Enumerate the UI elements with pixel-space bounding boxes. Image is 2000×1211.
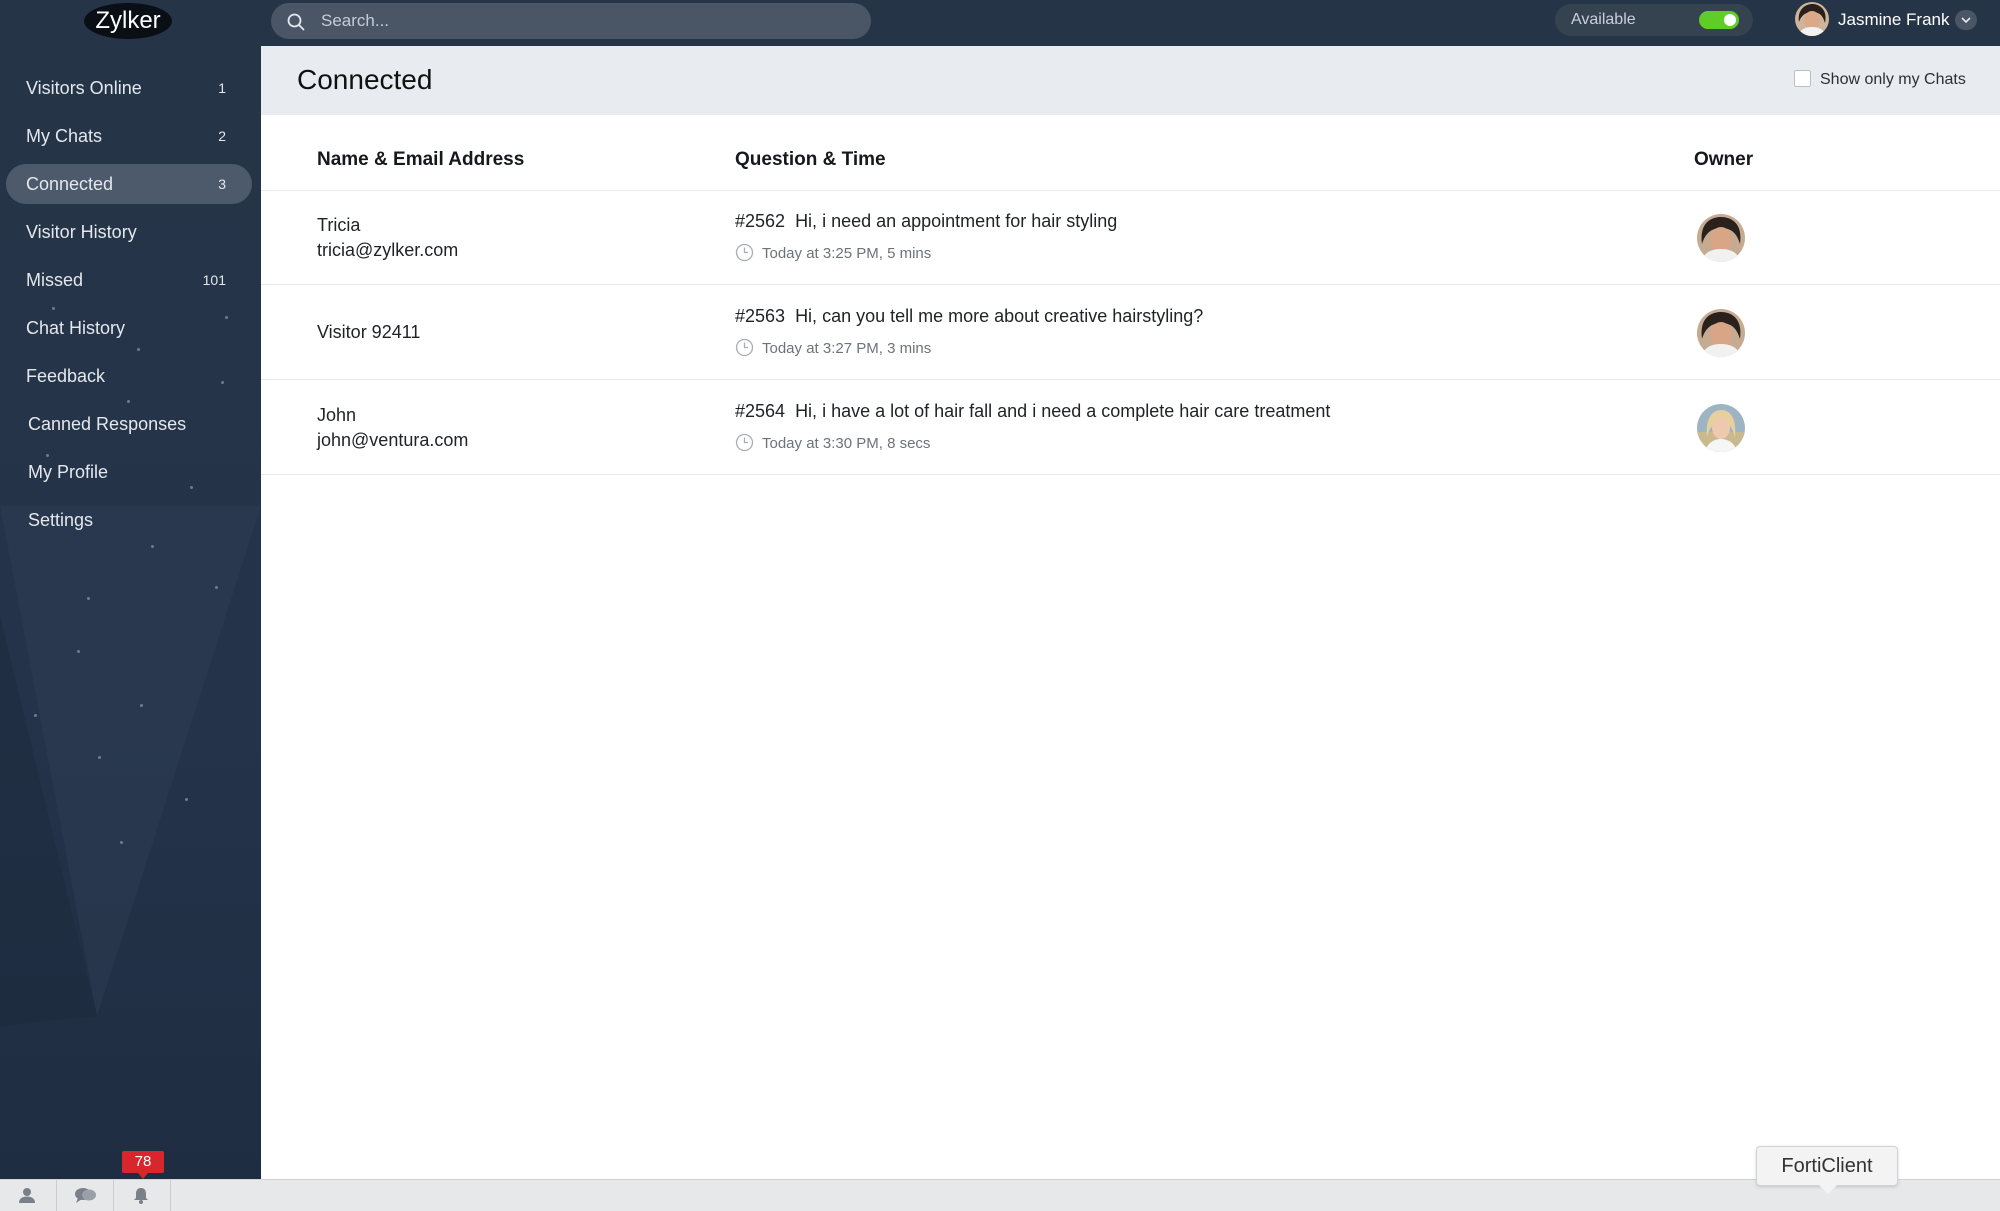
- show-only-my-chats-checkbox[interactable]: [1794, 70, 1811, 87]
- column-header-owner: Owner: [1694, 149, 1754, 170]
- notification-count-badge: 78: [122, 1151, 164, 1179]
- sidebar-item-count: 3: [218, 176, 226, 192]
- search-input[interactable]: [321, 3, 851, 39]
- clock-icon: [735, 433, 754, 452]
- visitor-name-cell: John john@ventura.com: [317, 403, 468, 453]
- visitor-name-cell: Visitor 92411: [317, 320, 420, 345]
- sidebar-item-count: 1: [218, 80, 226, 96]
- sidebar-item-count: 2: [218, 128, 226, 144]
- visitor-email: john@ventura.com: [317, 430, 469, 450]
- sidebar-item-label: Missed: [26, 270, 84, 290]
- question-text: #2564 Hi, i have a lot of hair fall and i…: [735, 401, 1330, 422]
- column-header-name: Name & Email Address: [317, 149, 525, 170]
- search-icon: [287, 13, 305, 31]
- page-title: Connected: [297, 64, 433, 95]
- sidebar-item-visitor-history[interactable]: Visitor History: [6, 212, 252, 252]
- chat-time: Today at 3:25 PM, 5 mins: [735, 243, 931, 262]
- sidebar-item-label: Canned Responses: [28, 414, 187, 434]
- table-row[interactable]: John john@ventura.com #2564 Hi, i have a …: [261, 381, 2000, 475]
- availability-status: Available: [1555, 4, 1753, 36]
- sidebar-item-label: Visitors Online: [26, 78, 142, 98]
- sidebar-item-canned-responses[interactable]: Canned Responses: [6, 404, 252, 444]
- visitors-button[interactable]: [0, 1180, 57, 1211]
- sidebar-item-label: Connected: [26, 174, 114, 194]
- chat-time: Today at 3:30 PM, 8 secs: [735, 433, 930, 452]
- chat-id: #2562: [735, 211, 786, 231]
- sidebar-item-my-chats[interactable]: My Chats 2: [6, 116, 252, 156]
- availability-label: Available: [1571, 11, 1636, 28]
- question-text: #2563 Hi, can you tell me more about crea…: [735, 306, 1203, 327]
- owner-avatar[interactable]: [1697, 404, 1745, 452]
- app-logo[interactable]: Zylker: [84, 3, 172, 39]
- chat-time: Today at 3:27 PM, 3 mins: [735, 338, 931, 357]
- sidebar-item-chat-history[interactable]: Chat History: [6, 308, 252, 348]
- sidebar-item-label: My Profile: [28, 462, 109, 482]
- time-text: Today at 3:27 PM, 3 mins: [762, 340, 932, 357]
- user-avatar[interactable]: [1795, 2, 1829, 36]
- sidebar-item-missed[interactable]: Missed 101: [6, 260, 252, 300]
- visitors-icon: [19, 1188, 35, 1203]
- chats-button[interactable]: [57, 1180, 114, 1211]
- column-header-question: Question & Time: [735, 149, 886, 170]
- sidebar: Visitors Online 1 My Chats 2 Connected 3…: [0, 46, 261, 1179]
- question-text: #2562 Hi, i need an appointment for hair …: [735, 211, 1117, 232]
- visitor-email: tricia@zylker.com: [317, 240, 459, 260]
- user-menu-button[interactable]: [1955, 10, 1977, 30]
- clock-icon: [735, 243, 754, 262]
- sidebar-item-label: My Chats: [26, 126, 103, 146]
- sidebar-item-visitors-online[interactable]: Visitors Online 1: [6, 68, 252, 108]
- sidebar-item-settings[interactable]: Settings: [6, 500, 252, 540]
- visitor-name: Tricia: [317, 215, 361, 235]
- main-header: Connected Show only my Chats: [261, 46, 2000, 115]
- sidebar-item-label: Visitor History: [26, 222, 137, 242]
- sidebar-item-feedback[interactable]: Feedback: [6, 356, 252, 396]
- notifications-button[interactable]: [114, 1180, 171, 1211]
- time-text: Today at 3:30 PM, 8 secs: [762, 435, 931, 452]
- show-only-my-chats-label[interactable]: Show only my Chats: [1820, 46, 1966, 114]
- user-name[interactable]: Jasmine Frank: [1838, 0, 1949, 40]
- notifications-bell-icon: [134, 1188, 148, 1204]
- question: Hi, can you tell me more about creative …: [795, 306, 1204, 326]
- table-row[interactable]: Visitor 92411 #2563 Hi, can you tell me m…: [261, 286, 2000, 380]
- question: Hi, i need an appointment for hair styli…: [795, 211, 1118, 231]
- chats-icon: [75, 1188, 96, 1203]
- chat-id: #2564: [735, 401, 786, 421]
- clock-icon: [735, 338, 754, 357]
- bottom-bar: [0, 1179, 2000, 1211]
- forticlient-tooltip: FortiClient: [1756, 1146, 1898, 1194]
- chat-id: #2563: [735, 306, 786, 326]
- question: Hi, i have a lot of hair fall and i need…: [795, 401, 1331, 421]
- table-row[interactable]: Tricia tricia@zylker.com #2562 Hi, i need…: [261, 191, 2000, 285]
- sidebar-item-connected[interactable]: Connected 3: [6, 164, 252, 204]
- sidebar-item-my-profile[interactable]: My Profile: [6, 452, 252, 492]
- search-box[interactable]: [271, 3, 871, 39]
- visitor-name-cell: Tricia tricia@zylker.com: [317, 213, 458, 263]
- sidebar-item-count: 101: [202, 272, 226, 288]
- availability-toggle[interactable]: [1699, 11, 1739, 29]
- visitor-name: Visitor 92411: [317, 322, 421, 342]
- sidebar-item-label: Settings: [28, 510, 94, 530]
- top-bar: Zylker Available Jasmine Frank: [0, 0, 2000, 46]
- visitor-name: John: [317, 405, 357, 425]
- sidebar-item-label: Chat History: [26, 318, 126, 338]
- owner-avatar[interactable]: [1697, 309, 1745, 357]
- sidebar-item-label: Feedback: [26, 366, 106, 386]
- chevron-down-icon: [1961, 17, 1971, 24]
- time-text: Today at 3:25 PM, 5 mins: [762, 245, 932, 262]
- sidebar-background-decoration: [0, 506, 261, 1026]
- owner-avatar[interactable]: [1697, 214, 1745, 262]
